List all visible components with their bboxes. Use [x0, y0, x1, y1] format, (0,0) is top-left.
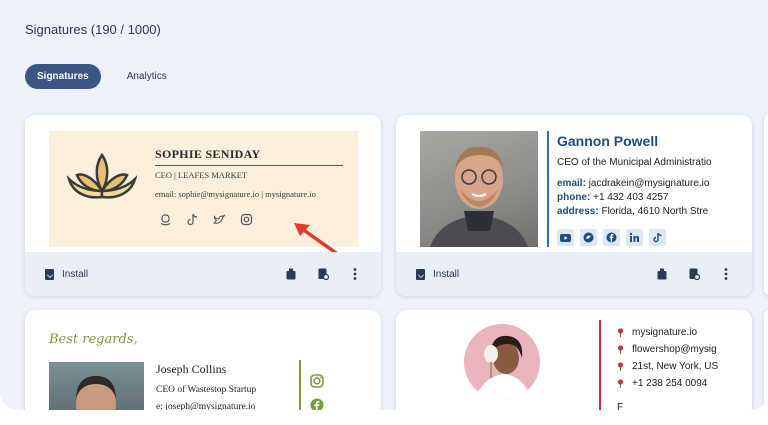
signature-address: 21st, New York, US: [617, 361, 718, 372]
signature-greeting: Best regards,: [49, 332, 138, 347]
signature-card-gannon[interactable]: Gannon Powell CEO of the Municipal Admin…: [396, 115, 752, 296]
signature-partial-text: F: [617, 402, 624, 410]
signature-card-sophie[interactable]: SOPHIE SENIDAY CEO | LEAFES MARKET email…: [25, 115, 381, 296]
signature-card-partial[interactable]: [764, 115, 768, 295]
install-icon: [416, 268, 425, 280]
instagram-icon: [310, 374, 324, 393]
tab-bar: Signatures Analytics: [25, 64, 179, 89]
card-actions: [285, 267, 361, 281]
card-footer: Install: [25, 252, 381, 296]
settings-icon[interactable]: [688, 267, 700, 281]
card-footer: Install: [396, 252, 752, 296]
tiktok-icon: [649, 229, 666, 246]
signature-name: Gannon Powell: [557, 133, 659, 149]
signature-address: address: Florida, 4610 North Stre: [557, 206, 709, 217]
more-options-icon[interactable]: [349, 267, 361, 281]
signature-email: flowershop@mysig: [617, 344, 717, 355]
signature-phone: phone: +1 432 403 4257: [557, 192, 669, 203]
social-icons: [159, 213, 253, 226]
twitter-icon: [213, 213, 226, 226]
signature-card-flowershop[interactable]: mysignature.io flowershop@mysig 21st, Ne…: [396, 310, 752, 410]
signature-email: email: jacdrakein@mysignature.io: [557, 178, 710, 189]
signature-role: CEO of Wastestop Startup: [156, 385, 257, 395]
signature-website: mysignature.io: [617, 327, 697, 338]
twitter-icon: [580, 229, 597, 246]
rose-icon: [617, 345, 624, 354]
divider: [299, 360, 301, 410]
profile-photo: [420, 131, 538, 247]
rose-icon: [617, 362, 624, 371]
page-title: Signatures (190 / 1000): [25, 22, 161, 37]
divider: [547, 131, 549, 247]
amazon-icon: [159, 213, 172, 226]
divider: [155, 165, 343, 166]
profile-photo: [49, 362, 144, 410]
tab-analytics[interactable]: Analytics: [115, 64, 179, 89]
install-label: Install: [433, 268, 460, 280]
install-icon: [45, 268, 54, 280]
settings-icon[interactable]: [317, 267, 329, 281]
signature-name: Joseph Collins: [156, 362, 227, 376]
signature-name: SOPHIE SENIDAY: [155, 147, 261, 161]
signature-email: e: joseph@mysignature.io: [156, 402, 256, 410]
divider: [599, 320, 601, 410]
copy-icon[interactable]: [656, 267, 668, 281]
signature-role: CEO | LEAFES MARKET: [155, 170, 248, 180]
signature-card-joseph[interactable]: Best regards, Joseph Collins CEO of Wast…: [25, 310, 381, 410]
lotus-logo-icon: [67, 152, 137, 199]
instagram-icon: [240, 213, 253, 226]
youtube-icon: [557, 229, 574, 246]
rose-icon: [617, 328, 624, 337]
tab-signatures[interactable]: Signatures: [25, 64, 101, 89]
tiktok-icon: [186, 213, 199, 226]
signature-role: CEO of the Municipal Administratio: [557, 157, 712, 168]
more-options-icon[interactable]: [720, 267, 732, 281]
signature-phone: +1 238 254 0094: [617, 378, 707, 389]
facebook-icon: [603, 229, 620, 246]
signature-contact: email: sophie@mysignature.io | mysignatu…: [155, 189, 316, 199]
rose-icon: [617, 379, 624, 388]
install-label: Install: [62, 268, 89, 280]
profile-photo: [464, 324, 540, 400]
signature-card-partial[interactable]: [764, 310, 768, 410]
signatures-panel: Signatures (190 / 1000) Signatures Analy…: [0, 0, 768, 410]
copy-icon[interactable]: [285, 267, 297, 281]
linkedin-icon: [626, 229, 643, 246]
install-button[interactable]: Install: [416, 268, 460, 280]
card-actions: [656, 267, 732, 281]
facebook-icon: [310, 398, 324, 410]
social-icons: [557, 229, 666, 246]
install-button[interactable]: Install: [45, 268, 89, 280]
